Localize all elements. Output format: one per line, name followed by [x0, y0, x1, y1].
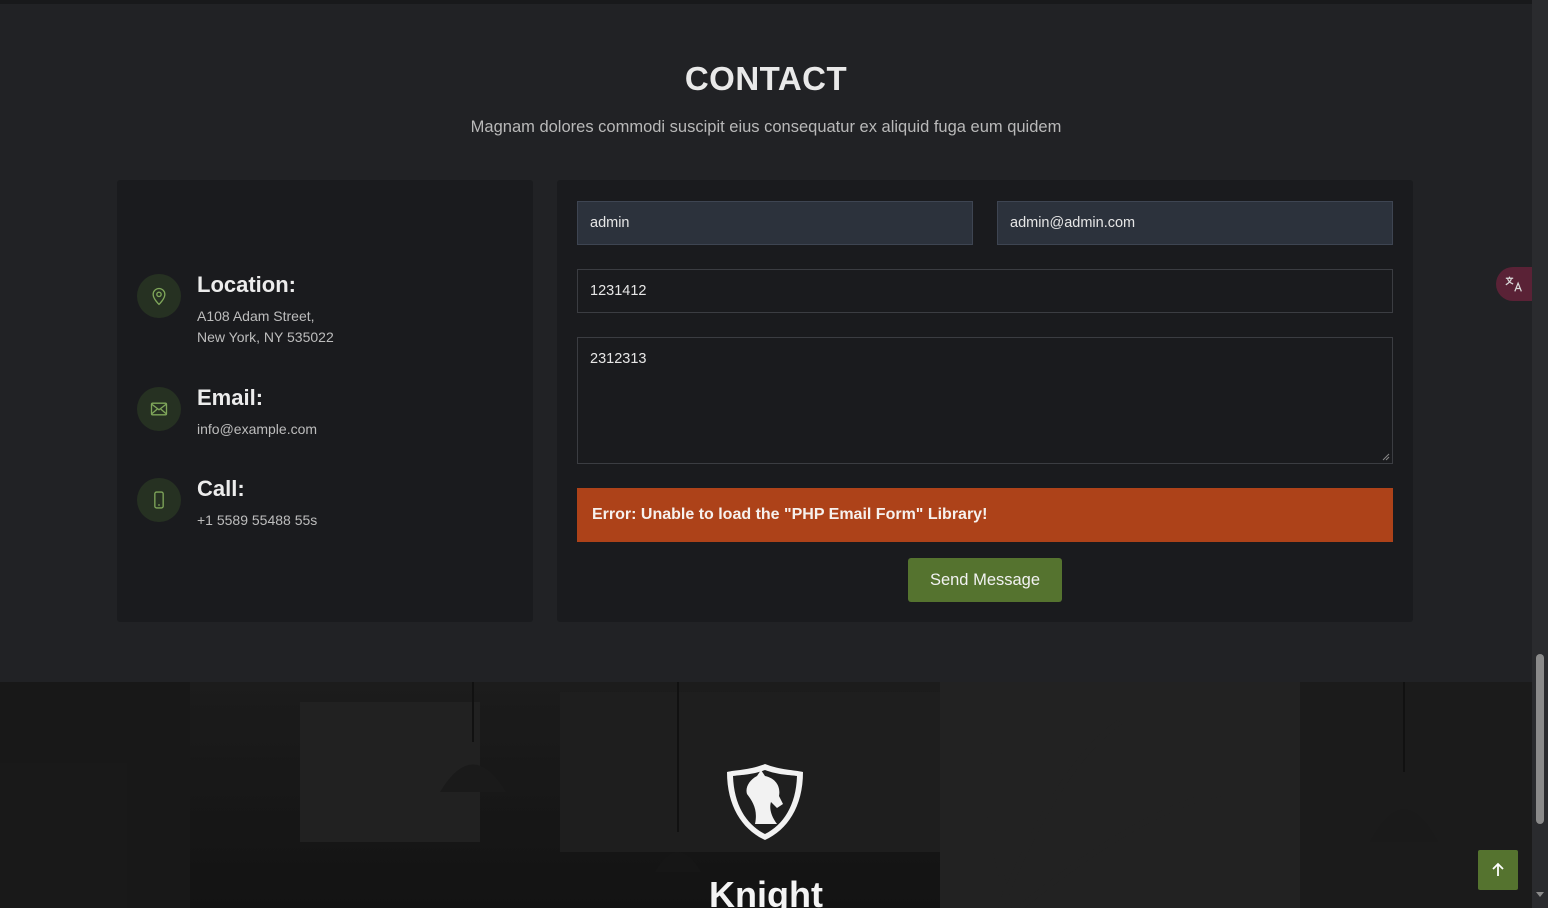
address-line-2: New York, NY 535022 — [197, 329, 334, 345]
horse-shield-logo — [727, 764, 803, 840]
error-message: Error: Unable to load the "PHP Email For… — [577, 488, 1393, 542]
message-textarea[interactable]: 2312313 — [577, 337, 1393, 464]
section-title: CONTACT — [684, 60, 848, 97]
send-message-button[interactable]: Send Message — [908, 558, 1062, 602]
footer-brand-name[interactable]: Knight — [0, 874, 1532, 908]
arrow-up-icon — [1492, 862, 1504, 876]
section-subtitle: Magnam dolores commodi suscipit eius con… — [470, 118, 1062, 136]
location-address: A108 Adam Street, New York, NY 535022 — [197, 306, 334, 348]
location-heading: Location: — [197, 272, 296, 297]
message-text: 2312313 — [590, 351, 647, 367]
scroll-down-arrow-icon[interactable] — [1536, 890, 1544, 898]
subject-input[interactable]: 1231412 — [577, 269, 1393, 313]
name-input[interactable]: admin — [577, 201, 973, 245]
email-input[interactable]: admin@admin.com — [997, 201, 1393, 245]
map-pin-icon — [137, 274, 181, 318]
address-line-1: A108 Adam Street, — [197, 308, 315, 324]
translate-icon[interactable] — [1496, 267, 1532, 301]
envelope-icon — [137, 387, 181, 431]
phone-icon — [137, 478, 181, 522]
email-address: info@example.com — [197, 421, 318, 437]
page-scrollbar[interactable] — [1532, 0, 1548, 908]
footer-section: Knight — [0, 682, 1532, 908]
scrollbar-thumb[interactable] — [1536, 654, 1544, 824]
resize-handle-icon[interactable] — [1382, 453, 1390, 461]
email-heading: Email: — [197, 385, 264, 410]
phone-number: +1 5589 55488 55s — [197, 512, 318, 528]
contact-info-card: Location: A108 Adam Street, New York, NY… — [117, 180, 533, 622]
call-heading: Call: — [197, 476, 245, 501]
scroll-to-top-button[interactable] — [1478, 850, 1518, 890]
